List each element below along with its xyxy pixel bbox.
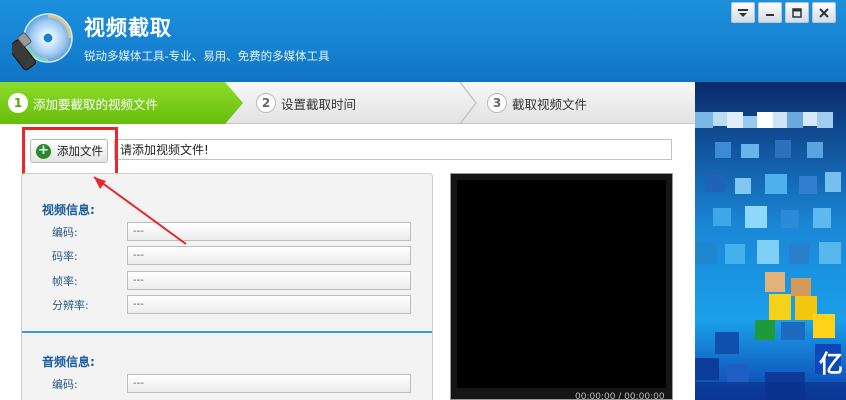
- maximize-icon: [792, 7, 802, 18]
- app-logo-icon: [12, 13, 73, 71]
- video-resolution-field: ---: [127, 295, 411, 314]
- step-number: 3: [487, 93, 507, 113]
- video-codec-field: ---: [127, 222, 411, 241]
- video-screen: [457, 180, 666, 388]
- close-button[interactable]: [812, 2, 836, 23]
- ad-banner-text: 亿: [819, 350, 843, 378]
- playback-time: 00:00:00 / 00:00:00: [575, 392, 665, 400]
- video-codec-label: 编码:: [52, 226, 78, 239]
- main-content: + 添加文件 视频信息: 编码: --- 码率: --- 帧率: --- 分辨率…: [0, 125, 695, 400]
- step-bar: 1 添加要截取的视频文件 2 设置截取时间 3 截取视频文件: [0, 82, 695, 124]
- audio-info-title: 音频信息:: [42, 355, 95, 369]
- ad-banner-image: 亿: [695, 82, 846, 400]
- media-info-panel: 视频信息: 编码: --- 码率: --- 帧率: --- 分辨率: --- 音…: [21, 173, 433, 400]
- file-path-field[interactable]: [114, 139, 672, 160]
- step-label: 截取视频文件: [512, 96, 588, 112]
- minimize-icon: [766, 13, 774, 16]
- section-divider: [22, 331, 432, 333]
- ad-banner[interactable]: 亿: [695, 82, 846, 400]
- video-bitrate-field: ---: [127, 246, 411, 265]
- step-3-cut-video[interactable]: 3 截取视频文件: [487, 82, 687, 124]
- close-icon: [819, 7, 829, 18]
- video-framerate-field: ---: [127, 271, 411, 290]
- audio-codec-field: ---: [127, 374, 411, 393]
- video-preview[interactable]: 00:00:00 / 00:00:00: [450, 173, 673, 400]
- annotation-highlight-box: [22, 127, 118, 179]
- video-framerate-label: 帧率:: [52, 275, 78, 288]
- app-title: 视频截取: [84, 16, 172, 40]
- step-label: 设置截取时间: [281, 96, 357, 112]
- audio-codec-label: 编码:: [52, 378, 78, 391]
- maximize-button[interactable]: [785, 2, 809, 23]
- title-bar: 视频截取 锐动多媒体工具-专业、易用、免费的多媒体工具: [0, 0, 846, 82]
- step-2-set-time[interactable]: 2 设置截取时间: [256, 82, 466, 124]
- menu-icon: [738, 8, 748, 17]
- minimize-button[interactable]: [758, 2, 782, 23]
- step-number: 1: [8, 93, 28, 113]
- video-info-title: 视频信息:: [42, 203, 95, 217]
- window-controls: [728, 2, 836, 23]
- video-bitrate-label: 码率:: [52, 250, 78, 263]
- video-resolution-label: 分辨率:: [52, 299, 89, 312]
- step-1-add-file[interactable]: 1 添加要截取的视频文件: [0, 82, 243, 124]
- step-number: 2: [256, 93, 276, 113]
- menu-button[interactable]: [731, 2, 755, 23]
- step-label: 添加要截取的视频文件: [33, 96, 159, 112]
- app-subtitle: 锐动多媒体工具-专业、易用、免费的多媒体工具: [84, 49, 330, 63]
